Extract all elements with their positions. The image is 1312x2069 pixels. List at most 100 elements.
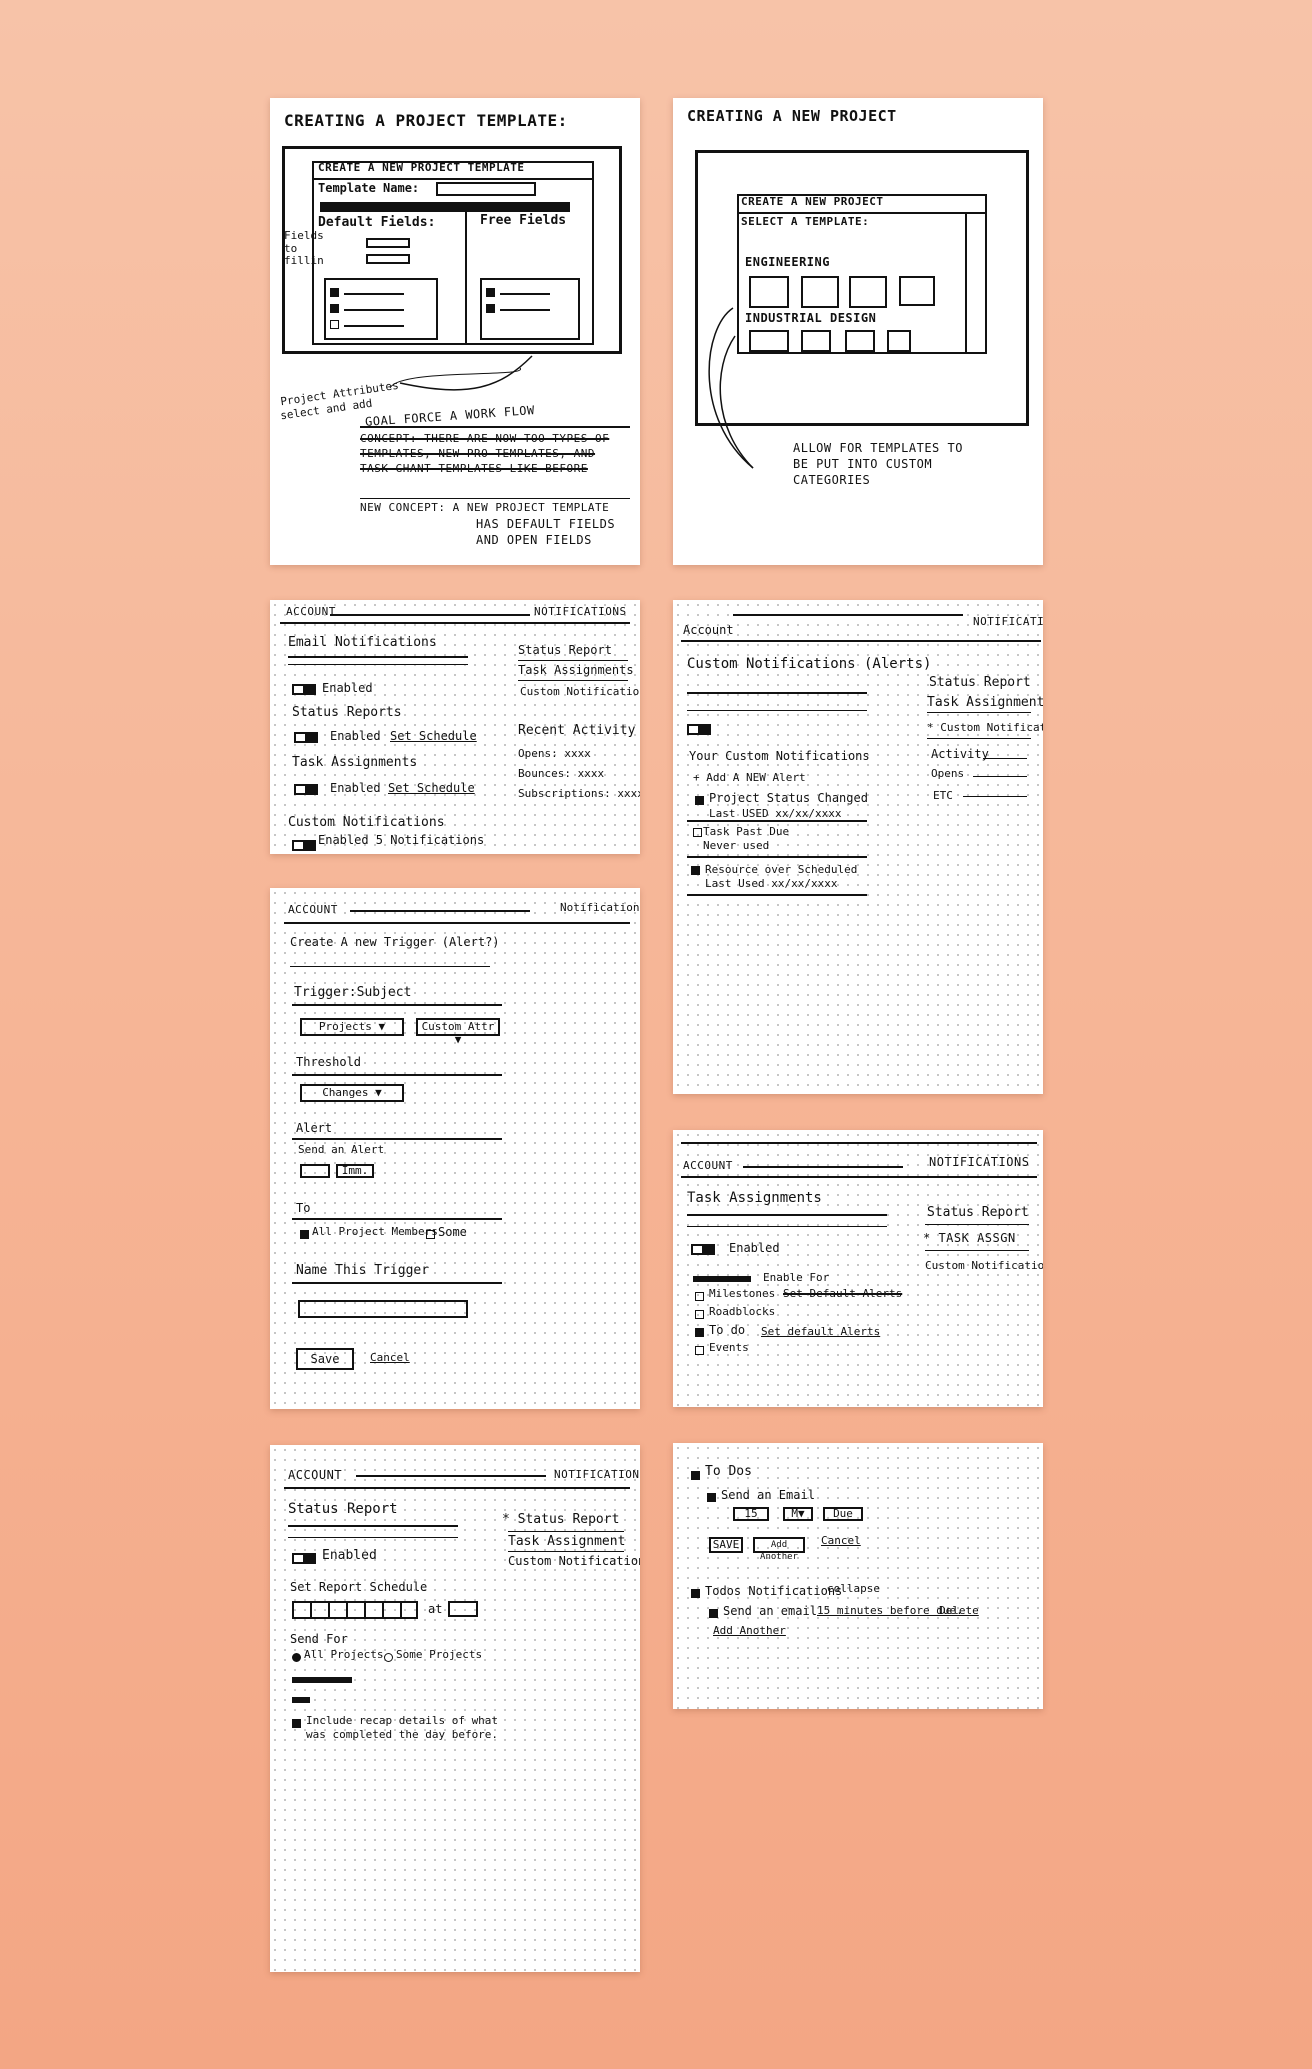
email-toggle[interactable] bbox=[292, 684, 316, 695]
nav-custom-notifications[interactable]: Custom Notifications bbox=[508, 1554, 640, 1569]
enabled-label: Enabled bbox=[322, 1548, 377, 1563]
set-schedule-label: Set Report Schedule bbox=[290, 1580, 428, 1594]
nav-task-assgn[interactable]: * TASK ASSGN bbox=[923, 1231, 1016, 1246]
sketch-card-todos: To Dos Send an Email 15 M▼ Due SAVE Add … bbox=[673, 1443, 1043, 1709]
some-projects-option[interactable]: Some Projects bbox=[396, 1648, 482, 1662]
nav-status-report[interactable]: * Status Report bbox=[502, 1512, 619, 1528]
schedule-days[interactable] bbox=[292, 1601, 418, 1619]
sketch-card-task-assignments: ACCOUNT NOTIFICATIONS Task Assignments E… bbox=[673, 1130, 1043, 1407]
nav-task-assignment[interactable]: Task Assignment bbox=[508, 1534, 625, 1550]
set-schedule-link[interactable]: Set Schedule bbox=[390, 729, 477, 744]
struck-default-alerts: Set Default Alerts bbox=[783, 1287, 903, 1300]
tab-account[interactable]: ACCOUNT bbox=[286, 605, 336, 619]
status-report-title: Status Report bbox=[288, 1501, 398, 1517]
send-line-label: Send an email bbox=[723, 1604, 817, 1618]
enabled-label: Enabled bbox=[330, 729, 381, 743]
cancel-link[interactable]: Cancel bbox=[370, 1351, 410, 1365]
task-assignments-heading: Task Assignments bbox=[292, 755, 418, 770]
tab-notifications[interactable]: NOTIFICATIONS bbox=[534, 605, 627, 619]
due-select[interactable]: Due bbox=[823, 1507, 863, 1521]
projects-select[interactable]: Projects ▼ bbox=[300, 1018, 404, 1036]
trigger-name-input[interactable] bbox=[298, 1300, 468, 1318]
custom-toggle[interactable] bbox=[292, 840, 316, 851]
nav-custom-notification[interactable]: * Custom Notification bbox=[927, 721, 1043, 735]
nav-status-report[interactable]: Status Report bbox=[518, 643, 612, 658]
tab-account[interactable]: ACCOUNT bbox=[288, 1468, 342, 1483]
task-assignments-title: Task Assignments bbox=[687, 1190, 822, 1206]
scribble bbox=[292, 1677, 352, 1683]
send-alert-label: Send an Alert bbox=[298, 1143, 385, 1156]
status-toggle[interactable] bbox=[292, 1553, 316, 1564]
delete-link[interactable]: Delete bbox=[939, 1604, 979, 1618]
changes-select[interactable]: Changes ▼ bbox=[300, 1084, 404, 1102]
enabled-label: Enabled bbox=[322, 681, 373, 695]
enabled-5-label: Enabled 5 Notifications bbox=[318, 833, 485, 847]
alert-item[interactable]: Project Status Changed bbox=[709, 791, 868, 806]
time-select[interactable] bbox=[448, 1601, 478, 1617]
bounces-stat: Bounces: xxxx bbox=[518, 767, 605, 780]
milestones-option[interactable]: Milestones bbox=[709, 1287, 775, 1301]
all-members-option[interactable]: All Project Members bbox=[312, 1225, 438, 1239]
task-toggle[interactable] bbox=[294, 784, 318, 795]
task-toggle[interactable] bbox=[691, 1244, 715, 1255]
immediate-select[interactable]: Imm. bbox=[336, 1164, 374, 1178]
nav-custom-notification[interactable]: Custom Notification bbox=[925, 1259, 1043, 1273]
tab-account[interactable]: Account bbox=[683, 623, 734, 638]
all-projects-option[interactable]: All Projects bbox=[304, 1648, 383, 1662]
alert-item[interactable]: Resource over Scheduled bbox=[705, 863, 857, 877]
trigger-subject-label: Trigger:Subject bbox=[294, 985, 412, 1000]
cancel-link[interactable]: Cancel bbox=[821, 1534, 861, 1548]
enable-for-label: Enable For bbox=[763, 1271, 830, 1284]
tab-account[interactable]: ACCOUNT bbox=[683, 1159, 733, 1173]
recap-option-line2: was completed the day before. bbox=[306, 1728, 499, 1741]
tab-notifications[interactable]: Notifications bbox=[560, 901, 640, 915]
unit-select[interactable]: M▼ bbox=[783, 1507, 813, 1521]
note-2: BE PUT INTO CUSTOM bbox=[793, 457, 933, 471]
save-button[interactable]: SAVE bbox=[709, 1537, 743, 1553]
status-reports-heading: Status Reports bbox=[292, 705, 402, 720]
tab-notifications[interactable]: NOTIFICATI bbox=[973, 615, 1043, 629]
recap-option[interactable]: Include recap details of what bbox=[306, 1714, 498, 1728]
set-default-alerts-link[interactable]: Set default Alerts bbox=[761, 1325, 880, 1339]
at-label: at bbox=[428, 1602, 443, 1616]
custom-toggle[interactable] bbox=[687, 724, 711, 735]
new-concept-1: NEW CONCEPT: A NEW PROJECT TEMPLATE bbox=[360, 501, 610, 514]
nav-task-assignment[interactable]: Task Assignment bbox=[927, 695, 1043, 711]
recent-activity: Recent Activity bbox=[518, 723, 636, 738]
threshold-label: Threshold bbox=[296, 1055, 362, 1069]
collapse-link[interactable]: collapse bbox=[827, 1582, 880, 1596]
roadblocks-option[interactable]: Roadblocks bbox=[709, 1305, 775, 1319]
opens-label: Opens bbox=[931, 767, 965, 780]
save-button[interactable]: Save bbox=[296, 1348, 354, 1370]
tab-account[interactable]: ACCOUNT bbox=[288, 903, 338, 917]
set-schedule-link[interactable]: Set Schedule bbox=[388, 781, 475, 796]
send-for-label: Send For bbox=[290, 1632, 348, 1646]
custom-notifications-title: Custom Notifications (Alerts) bbox=[687, 656, 932, 672]
alert-amount-input[interactable] bbox=[300, 1164, 330, 1178]
custom-attr-select[interactable]: Custom Attr ▼ bbox=[416, 1018, 500, 1046]
enabled-label: Enabled bbox=[330, 781, 381, 795]
minutes-input[interactable]: 15 bbox=[733, 1507, 769, 1521]
todo-option[interactable]: To do bbox=[709, 1323, 745, 1338]
add-alert-link[interactable]: + Add A NEW Alert bbox=[693, 771, 806, 785]
some-option[interactable]: Some bbox=[438, 1225, 467, 1240]
nav-task-assignments[interactable]: Task Assignments bbox=[518, 663, 634, 678]
scribble bbox=[292, 1697, 310, 1703]
events-option[interactable]: Events bbox=[709, 1341, 749, 1355]
sketch-card-email-notifications: ACCOUNT NOTIFICATIONS Email Notification… bbox=[270, 600, 640, 854]
nav-status-report[interactable]: Status Report bbox=[929, 675, 1031, 691]
tab-notifications[interactable]: NOTIFICATIONS bbox=[554, 1468, 640, 1482]
add-another-button[interactable]: Add Another bbox=[753, 1537, 805, 1562]
sketch-card-create-trigger: ACCOUNT Notifications Create A new Trigg… bbox=[270, 888, 640, 1409]
sketch-card-project-template: CREATING A PROJECT TEMPLATE: CREATE A NE… bbox=[270, 98, 640, 565]
status-toggle[interactable] bbox=[294, 732, 318, 743]
tab-notifications[interactable]: NOTIFICATIONS bbox=[929, 1155, 1029, 1170]
subscriptions-stat: Subscriptions: xxxx bbox=[518, 787, 640, 800]
nav-custom-notification[interactable]: Custom Notification bbox=[520, 685, 640, 699]
nav-status-report[interactable]: Status Report bbox=[927, 1205, 1029, 1221]
enabled-label: Enabled bbox=[729, 1241, 780, 1255]
alert-item[interactable]: Task Past Due bbox=[703, 825, 789, 839]
add-another-link[interactable]: Add Another bbox=[713, 1624, 786, 1638]
your-custom-heading: Your Custom Notifications bbox=[689, 749, 870, 763]
note-3: CATEGORIES bbox=[793, 473, 871, 487]
